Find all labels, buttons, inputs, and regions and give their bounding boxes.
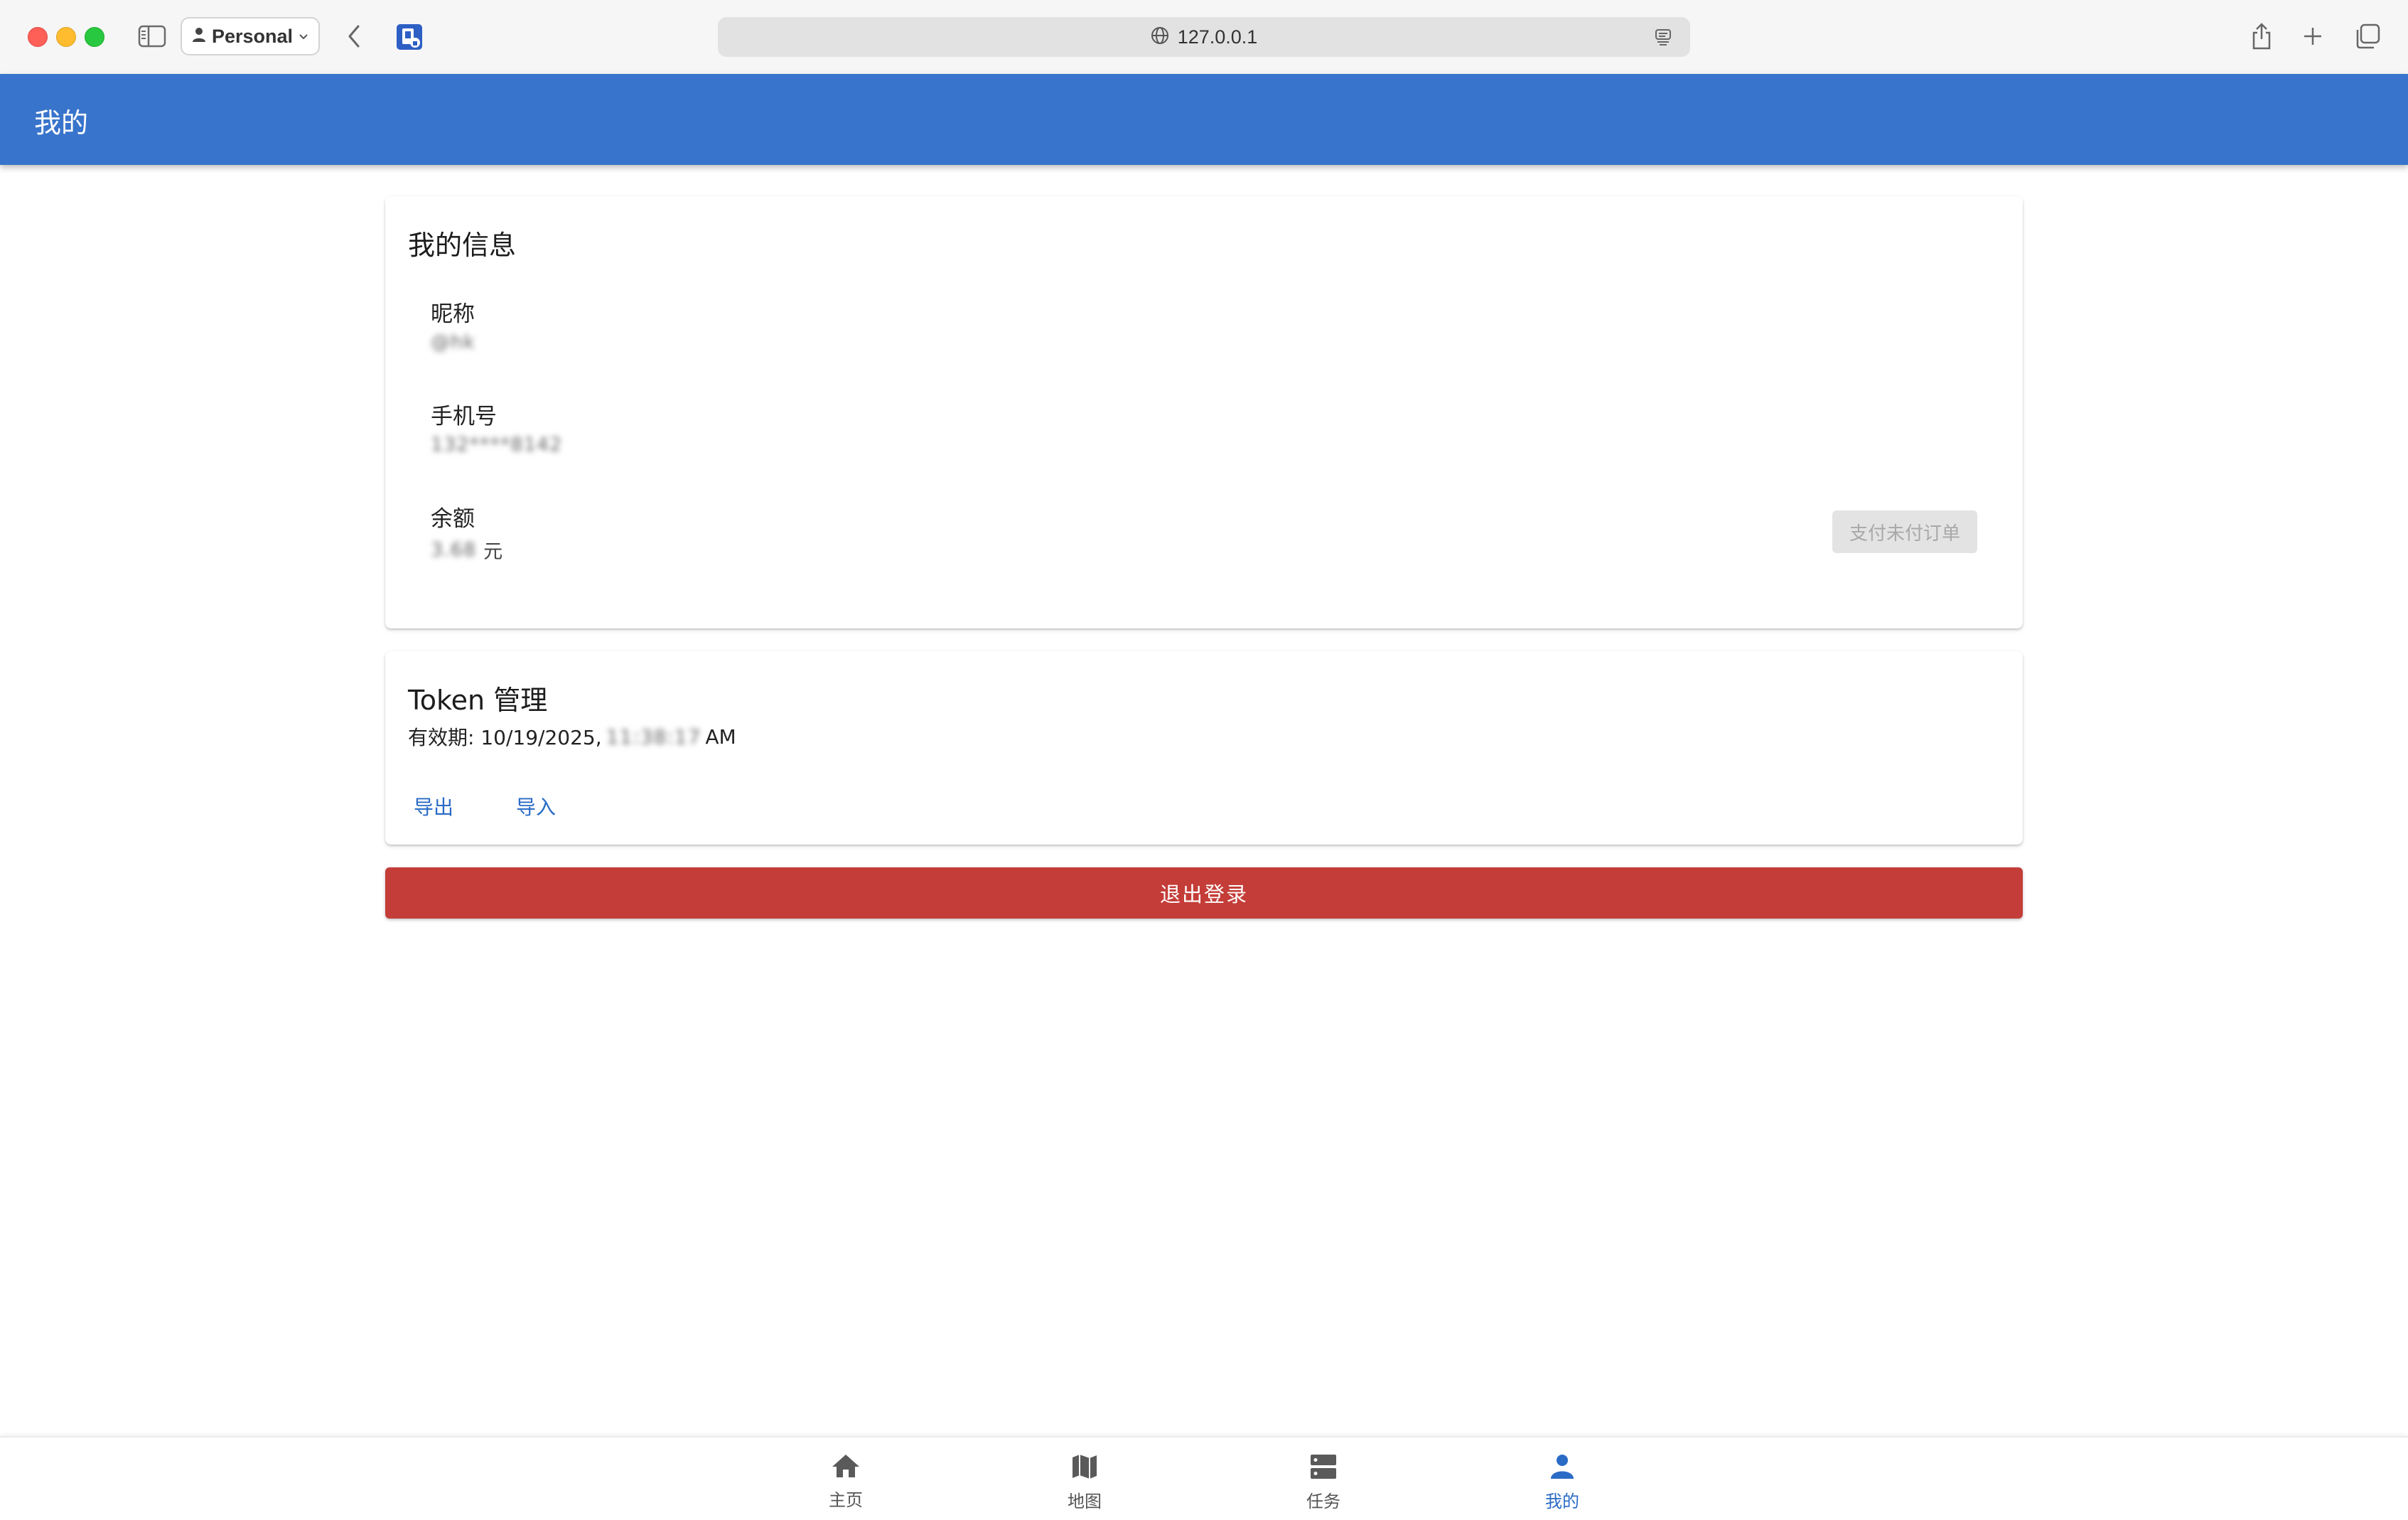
phone-text: 132****8142 [431,434,563,456]
close-window-button[interactable] [28,27,48,47]
expiry-suffix: AM [705,724,736,749]
minimize-window-button[interactable] [56,27,76,47]
nickname-text: @hk [431,331,475,353]
nickname-label: 昵称 [431,301,475,327]
token-expiry: 有效期: 10/19/2025, 11:38:17 AM [408,722,736,751]
sidebar-toggle-icon[interactable] [136,21,168,51]
tasks-icon [1309,1453,1338,1483]
expiry-time: 11:38:17 [606,724,702,749]
nav-label-me: 我的 [1545,1492,1579,1511]
nav-label-home: 主页 [829,1490,863,1510]
balance-label: 余额 [431,506,475,532]
home-icon [831,1453,861,1482]
extension-icon[interactable] [394,21,425,53]
nav-item-home[interactable]: 主页 [775,1438,917,1520]
map-icon [1071,1453,1098,1483]
balance-amount: 3.68 [431,539,477,561]
nav-item-tasks[interactable]: 任务 [1252,1438,1394,1520]
phone-value: 132****8142 [431,434,562,456]
new-tab-icon[interactable] [2299,21,2327,51]
back-icon[interactable] [343,20,365,53]
phone-label: 手机号 [431,404,497,429]
profile-button[interactable]: Personal [181,17,320,55]
nickname-value: @hk [431,331,475,353]
person-icon [192,27,206,46]
profile-label: Personal [212,25,294,47]
tab-overview-icon[interactable] [2353,21,2382,51]
app-header: 我的 [0,74,2408,165]
reader-mode-icon[interactable] [1652,26,1675,48]
export-token-button[interactable]: 导出 [401,786,466,826]
nav-item-me[interactable]: 我的 [1491,1438,1633,1520]
browser-toolbar: Personal 127.0.0.1 [0,0,2408,75]
address-bar[interactable]: 127.0.0.1 [718,17,1690,57]
info-card-title: 我的信息 [408,230,517,261]
pay-unpaid-orders-button[interactable]: 支付未付订单 [1832,510,1977,553]
my-info-card: 我的信息 昵称 @hk 手机号 132****8142 余额 3.68 元 支付… [385,196,2023,628]
globe-icon [1151,26,1169,48]
bottom-navigation: 主页 地图 任务 我的 [0,1436,2408,1520]
zoom-window-button[interactable] [85,27,104,47]
balance-unit: 元 [483,541,503,563]
token-card-title: Token 管理 [408,685,548,716]
nav-label-tasks: 任务 [1306,1492,1340,1511]
expiry-prefix: 有效期: 10/19/2025, [408,726,602,749]
nav-item-map[interactable]: 地图 [1014,1438,1156,1520]
page-title: 我的 [34,107,89,139]
logout-button[interactable]: 退出登录 [385,867,2023,919]
balance-value: 3.68 元 [431,536,502,564]
import-token-button[interactable]: 导入 [503,786,569,826]
token-management-card: Token 管理 有效期: 10/19/2025, 11:38:17 AM 导出… [385,651,2023,845]
url-text: 127.0.0.1 [1177,26,1258,48]
person-icon [1549,1453,1576,1483]
chevron-down-icon [299,30,308,43]
share-icon[interactable] [2247,20,2276,53]
nav-label-map: 地图 [1068,1492,1102,1511]
